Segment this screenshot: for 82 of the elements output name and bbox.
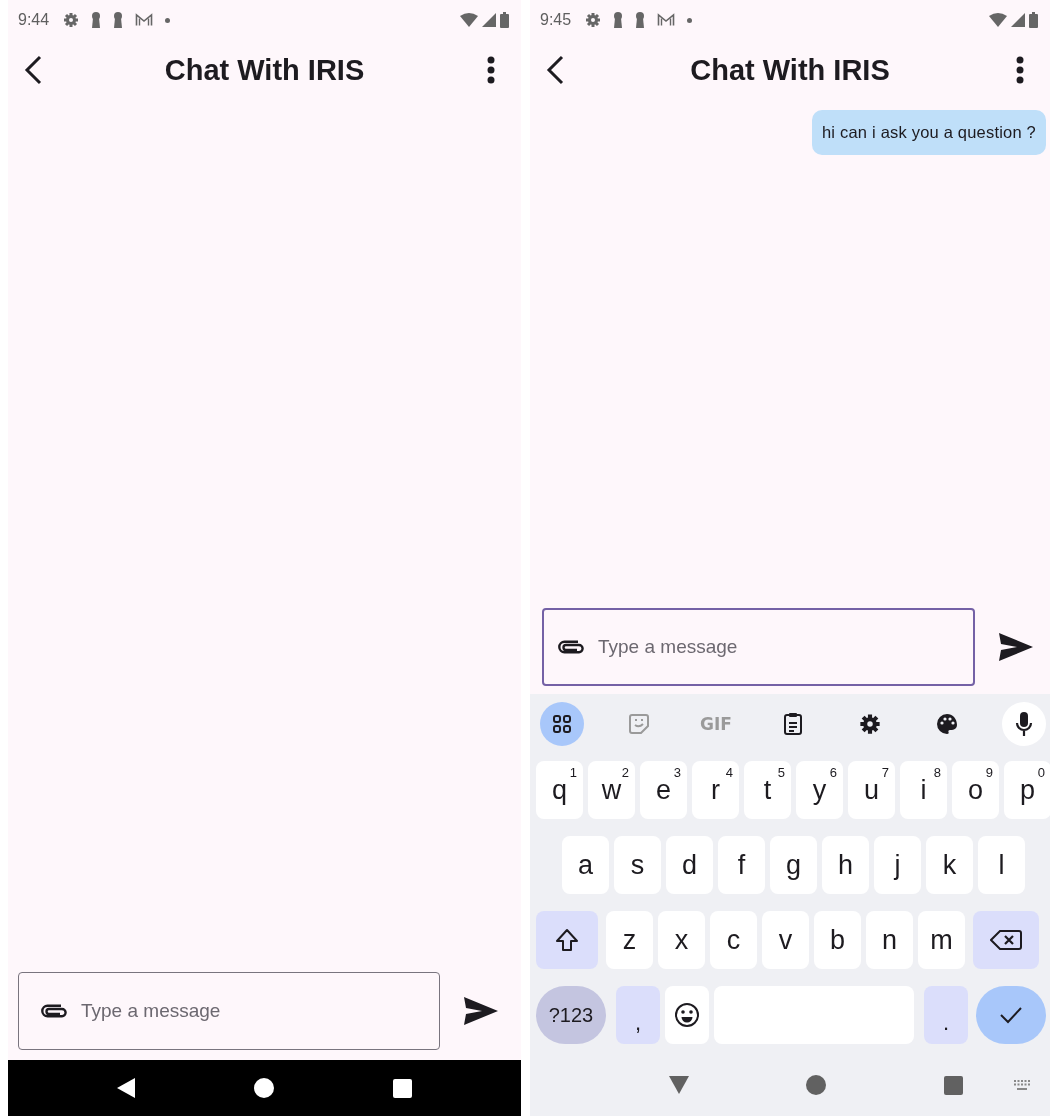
punctuation-key[interactable]: . xyxy=(924,986,968,1044)
paperclip-icon[interactable] xyxy=(558,640,584,654)
keyboard-key[interactable]: q $^{1}$ xyxy=(536,761,583,819)
smiley-icon xyxy=(674,1002,700,1028)
keyboard-key[interactable]: n xyxy=(866,911,913,969)
screen-title: Chat With IRIS xyxy=(689,53,891,87)
sticker-icon xyxy=(627,712,651,736)
signal-icon xyxy=(1011,13,1025,27)
home-icon[interactable] xyxy=(254,1078,274,1098)
keyboard-key[interactable]: u $^{7}$ xyxy=(848,761,895,819)
emoji-key[interactable] xyxy=(665,986,709,1044)
send-icon[interactable] xyxy=(464,997,498,1025)
dot-icon xyxy=(165,17,171,23)
back-icon[interactable] xyxy=(546,55,564,85)
apps-icon xyxy=(552,714,572,734)
battery-icon xyxy=(1029,12,1038,28)
status-time: 9:44 xyxy=(18,11,50,29)
signal-icon xyxy=(482,13,496,27)
keyboard-key[interactable]: i $^{8}$ xyxy=(900,761,947,819)
message-input[interactable]: Type a message xyxy=(79,999,425,1023)
keyboard-key[interactable]: l xyxy=(978,836,1025,894)
more-icon[interactable] xyxy=(1016,56,1024,84)
status-time: 9:45 xyxy=(540,11,572,29)
keyboard-key[interactable]: w $^{2}$ xyxy=(588,761,635,819)
keyboard-key[interactable]: y $^{6}$ xyxy=(796,761,843,819)
shift-key[interactable] xyxy=(536,911,598,969)
battery-icon xyxy=(500,12,509,28)
keyboard-key[interactable]: g xyxy=(770,836,817,894)
message-field[interactable]: Type a message xyxy=(18,972,440,1050)
keyhole-icon xyxy=(635,12,646,28)
keyboard-key[interactable]: k xyxy=(926,836,973,894)
keyboard-key[interactable]: f xyxy=(718,836,765,894)
keyboard-key[interactable]: b xyxy=(814,911,861,969)
keyboard-key[interactable]: t $^{5}$ xyxy=(744,761,791,819)
apps-button[interactable] xyxy=(540,702,584,746)
keyboard-key[interactable]: m xyxy=(918,911,965,969)
message-field[interactable]: Type a message xyxy=(542,608,975,686)
dot-icon xyxy=(687,17,693,23)
checkmark-icon xyxy=(999,1006,1023,1024)
mail-icon xyxy=(657,13,676,27)
keyboard-key[interactable]: s xyxy=(614,836,661,894)
keyboard-key[interactable]: c xyxy=(710,911,757,969)
mail-icon xyxy=(135,13,154,27)
keyhole-icon xyxy=(613,12,624,28)
keyboard-key[interactable]: h xyxy=(822,836,869,894)
keyboard-key[interactable]: r $^{4}$ xyxy=(692,761,739,819)
message-bubble: hi can i ask you a question ? xyxy=(811,110,1046,155)
punctuation-key[interactable]: , xyxy=(616,986,660,1044)
paperclip-icon[interactable] xyxy=(41,1004,67,1018)
send-icon[interactable] xyxy=(999,633,1033,661)
message-input[interactable]: Type a message xyxy=(596,635,959,659)
keyboard-key[interactable]: d xyxy=(666,836,713,894)
backspace-icon xyxy=(990,929,1022,951)
gear-icon xyxy=(585,12,602,28)
more-icon[interactable] xyxy=(487,56,495,84)
keyboard-key[interactable]: z xyxy=(606,911,653,969)
keyboard-key[interactable]: o $^{9}$ xyxy=(952,761,999,819)
wifi-icon xyxy=(989,13,1007,27)
keyboard-key[interactable]: x xyxy=(658,911,705,969)
symbols-key[interactable]: ?123 xyxy=(536,986,606,1044)
shift-icon xyxy=(554,927,580,953)
settings-icon xyxy=(859,713,881,735)
microphone-button[interactable] xyxy=(1002,702,1046,746)
keyboard-key[interactable]: p $^{0}$ xyxy=(1004,761,1050,819)
keyboard-key[interactable]: e $^{3}$ xyxy=(640,761,687,819)
palette-icon xyxy=(935,712,959,736)
back-icon[interactable] xyxy=(117,1078,136,1098)
microphone-icon xyxy=(1015,711,1033,737)
backspace-key[interactable] xyxy=(973,911,1039,969)
keyboard-icon[interactable] xyxy=(1014,1080,1030,1090)
keyhole-icon xyxy=(91,12,102,28)
keyhole-icon xyxy=(113,12,124,28)
keyboard-key[interactable]: v xyxy=(762,911,809,969)
recents-icon[interactable] xyxy=(392,1078,412,1098)
keyboard-key[interactable]: j xyxy=(874,836,921,894)
wifi-icon xyxy=(460,13,478,27)
gear-icon xyxy=(63,12,80,28)
back-icon[interactable] xyxy=(24,55,42,85)
keyboard-key[interactable]: a xyxy=(562,836,609,894)
hide-keyboard-icon[interactable] xyxy=(668,1076,689,1094)
clipboard-icon xyxy=(783,712,803,736)
screen-title: Chat With IRIS xyxy=(163,53,366,87)
